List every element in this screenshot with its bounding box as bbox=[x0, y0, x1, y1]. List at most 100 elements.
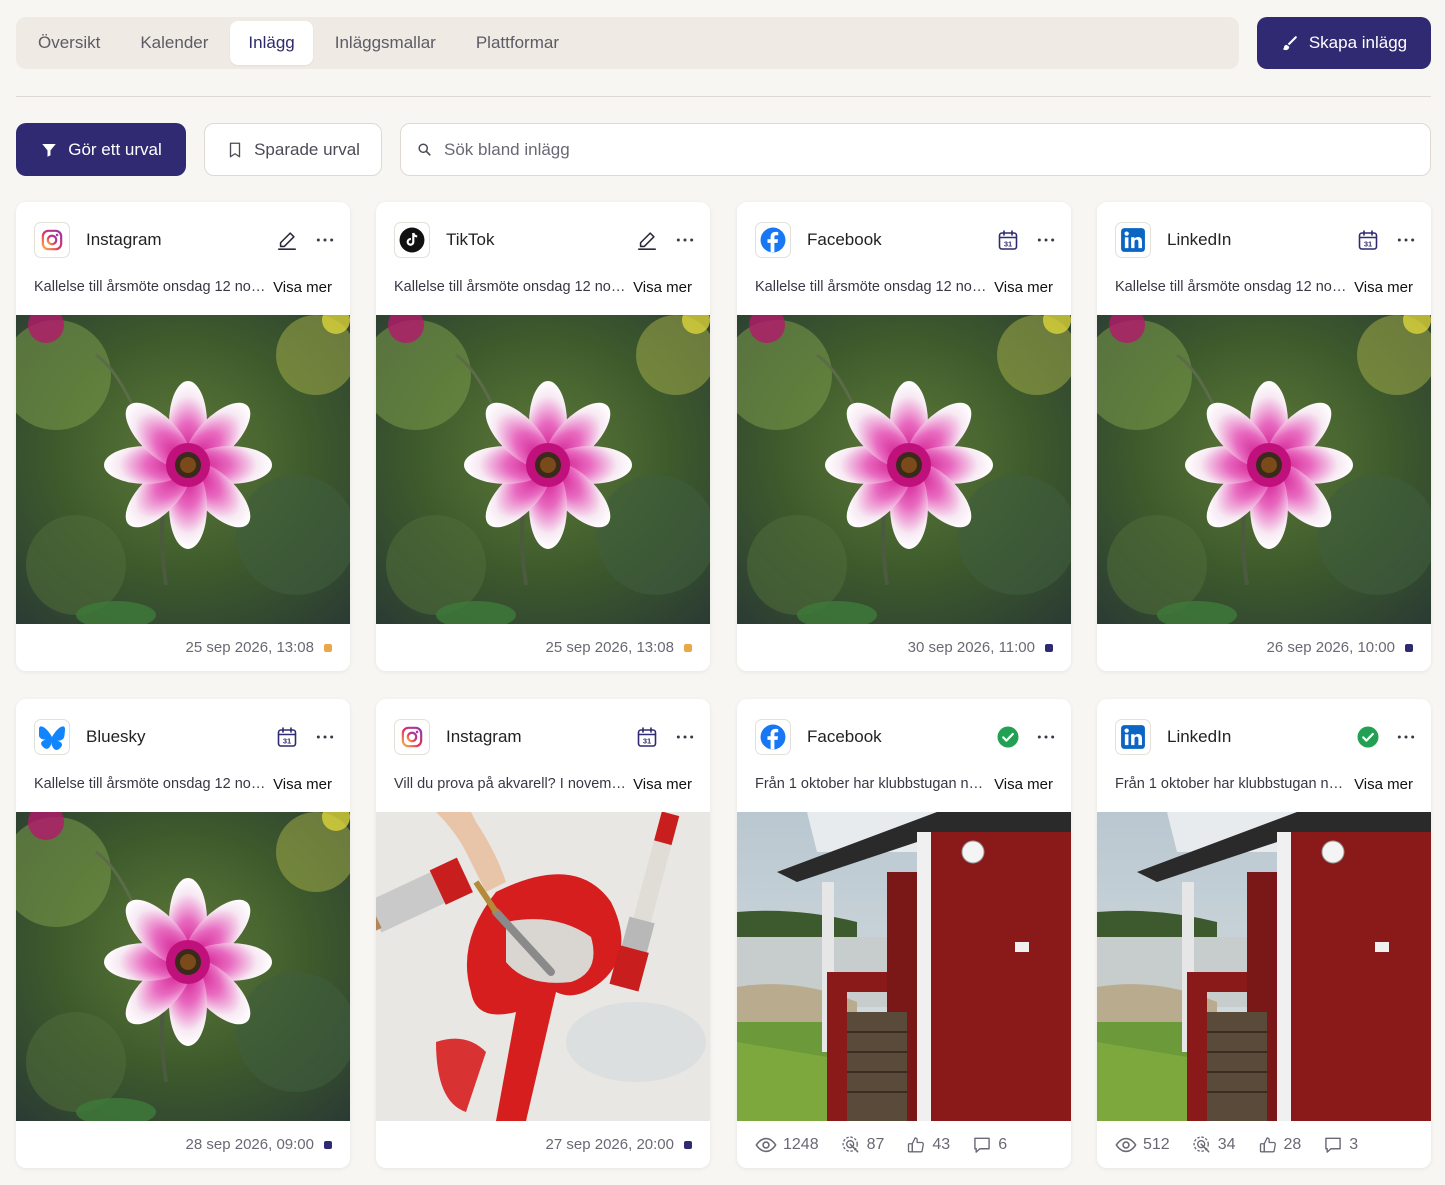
linkedin-icon bbox=[1115, 719, 1151, 755]
post-excerpt: Kallelse till årsmöte onsdag 12 november… bbox=[394, 279, 627, 295]
post-image bbox=[1097, 812, 1431, 1121]
post-excerpt: Från 1 oktober har klubbstugan nya öppet… bbox=[755, 776, 988, 792]
post-card[interactable]: LinkedIn Från 1 oktober har klubbstugan … bbox=[1097, 699, 1431, 1168]
platform-name: Instagram bbox=[446, 727, 522, 746]
more-icon[interactable] bbox=[674, 726, 696, 748]
post-stats: 1248 87 43 6 bbox=[737, 1121, 1071, 1168]
post-card[interactable]: TikTok Kallelse till årsmöte onsdag 12 n… bbox=[376, 202, 710, 671]
views-stat: 1248 bbox=[755, 1134, 819, 1156]
tab-plattformar[interactable]: Plattformar bbox=[458, 21, 577, 65]
more-icon[interactable] bbox=[1395, 229, 1417, 251]
show-more-link[interactable]: Visa mer bbox=[994, 776, 1053, 793]
tiktok-icon bbox=[394, 222, 430, 258]
post-stats: 512 34 28 3 bbox=[1097, 1121, 1431, 1168]
views-count: 1248 bbox=[783, 1135, 819, 1153]
reach-count: 34 bbox=[1217, 1135, 1236, 1153]
status-dot bbox=[324, 643, 332, 652]
more-icon[interactable] bbox=[1395, 726, 1417, 748]
reach-count: 87 bbox=[866, 1135, 885, 1153]
status-dot bbox=[324, 1140, 332, 1149]
platform-name: Facebook bbox=[807, 230, 882, 249]
more-icon[interactable] bbox=[674, 229, 696, 251]
post-excerpt: Kallelse till årsmöte onsdag 12 november… bbox=[755, 279, 988, 295]
filter-button[interactable]: Gör ett urval bbox=[16, 123, 186, 176]
status-dot bbox=[1405, 643, 1413, 652]
post-text: Kallelse till årsmöte onsdag 12 november… bbox=[34, 773, 332, 795]
edit-icon[interactable] bbox=[634, 227, 660, 253]
linkedin-icon bbox=[1115, 222, 1151, 258]
comments-stat: 6 bbox=[972, 1135, 1007, 1155]
bookmark-icon bbox=[229, 142, 241, 157]
calendar-icon[interactable] bbox=[634, 724, 660, 750]
tab-inlagg[interactable]: Inlägg bbox=[230, 21, 313, 65]
comment-icon bbox=[974, 1137, 990, 1153]
show-more-link[interactable]: Visa mer bbox=[1354, 776, 1413, 793]
post-card[interactable]: Facebook Kallelse till årsmöte onsdag 12… bbox=[737, 202, 1071, 671]
calendar-icon[interactable] bbox=[1355, 227, 1381, 253]
post-card[interactable]: Instagram Kallelse till årsmöte onsdag 1… bbox=[16, 202, 350, 671]
post-date: 25 sep 2026, 13:08 bbox=[185, 639, 314, 656]
show-more-link[interactable]: Visa mer bbox=[994, 279, 1053, 296]
likes-stat: 43 bbox=[906, 1135, 950, 1155]
tab-inlaggsmallar[interactable]: Inläggsmallar bbox=[317, 21, 454, 65]
saved-filters-button[interactable]: Sparade urval bbox=[204, 123, 382, 176]
post-date: 27 sep 2026, 20:00 bbox=[545, 1136, 674, 1153]
post-card[interactable]: Facebook Från 1 oktober har klubbstugan … bbox=[737, 699, 1071, 1168]
post-excerpt: Kallelse till årsmöte onsdag 12 november… bbox=[34, 776, 267, 792]
platform-name: Bluesky bbox=[86, 727, 146, 746]
post-card[interactable]: Instagram Vill du prova på akvarell? I n… bbox=[376, 699, 710, 1168]
funnel-icon bbox=[42, 143, 56, 157]
status-dot bbox=[684, 1140, 692, 1149]
show-more-link[interactable]: Visa mer bbox=[633, 776, 692, 793]
facebook-icon bbox=[755, 222, 791, 258]
post-text: Kallelse till årsmöte onsdag 12 november… bbox=[34, 276, 332, 298]
search-bar bbox=[400, 123, 1431, 176]
post-image bbox=[376, 812, 710, 1121]
post-text: Kallelse till årsmöte onsdag 12 november… bbox=[394, 276, 692, 298]
calendar-icon[interactable] bbox=[995, 227, 1021, 253]
post-card[interactable]: Bluesky Kallelse till årsmöte onsdag 12 … bbox=[16, 699, 350, 1168]
check-icon bbox=[995, 724, 1021, 750]
more-icon[interactable] bbox=[1035, 726, 1057, 748]
post-image bbox=[376, 315, 710, 624]
show-more-link[interactable]: Visa mer bbox=[1354, 279, 1413, 296]
platform-name: Facebook bbox=[807, 727, 882, 746]
post-image bbox=[16, 812, 350, 1121]
show-more-link[interactable]: Visa mer bbox=[273, 776, 332, 793]
reach-stat: 87 bbox=[841, 1135, 885, 1155]
edit-icon[interactable] bbox=[274, 227, 300, 253]
post-date: 26 sep 2026, 10:00 bbox=[1266, 639, 1395, 656]
post-header: LinkedIn bbox=[1115, 717, 1417, 757]
instagram-icon bbox=[34, 222, 70, 258]
platform-name: LinkedIn bbox=[1167, 230, 1232, 249]
status-dot bbox=[1045, 643, 1053, 652]
post-footer: 27 sep 2026, 20:00 bbox=[376, 1121, 710, 1168]
post-footer: 25 sep 2026, 13:08 bbox=[16, 624, 350, 671]
search-input[interactable] bbox=[444, 139, 1430, 160]
views-count: 512 bbox=[1143, 1135, 1170, 1153]
post-excerpt: Kallelse till årsmöte onsdag 12 november… bbox=[1115, 279, 1348, 295]
saved-filters-label: Sparade urval bbox=[254, 139, 360, 159]
post-card[interactable]: LinkedIn Kallelse till årsmöte onsdag 12… bbox=[1097, 202, 1431, 671]
post-header: TikTok bbox=[394, 220, 696, 260]
more-icon[interactable] bbox=[1035, 229, 1057, 251]
post-image bbox=[1097, 315, 1431, 624]
tab-kalender[interactable]: Kalender bbox=[122, 21, 226, 65]
show-more-link[interactable]: Visa mer bbox=[273, 279, 332, 296]
show-more-link[interactable]: Visa mer bbox=[633, 279, 692, 296]
brush-icon bbox=[1282, 36, 1297, 51]
platform-name: TikTok bbox=[446, 230, 495, 249]
create-post-button[interactable]: Skapa inlägg bbox=[1257, 17, 1431, 69]
more-icon[interactable] bbox=[314, 726, 336, 748]
post-header: Bluesky bbox=[34, 717, 336, 757]
facebook-icon bbox=[755, 719, 791, 755]
more-icon[interactable] bbox=[314, 229, 336, 251]
post-image bbox=[737, 812, 1071, 1121]
tab-oversikt[interactable]: Översikt bbox=[20, 21, 118, 65]
post-excerpt: Kallelse till årsmöte onsdag 12 november… bbox=[34, 279, 267, 295]
comments-count: 6 bbox=[998, 1135, 1008, 1153]
status-dot bbox=[684, 643, 692, 652]
filter-label: Gör ett urval bbox=[68, 139, 162, 159]
post-text: Vill du prova på akvarell? I november st… bbox=[394, 773, 692, 795]
calendar-icon[interactable] bbox=[274, 724, 300, 750]
